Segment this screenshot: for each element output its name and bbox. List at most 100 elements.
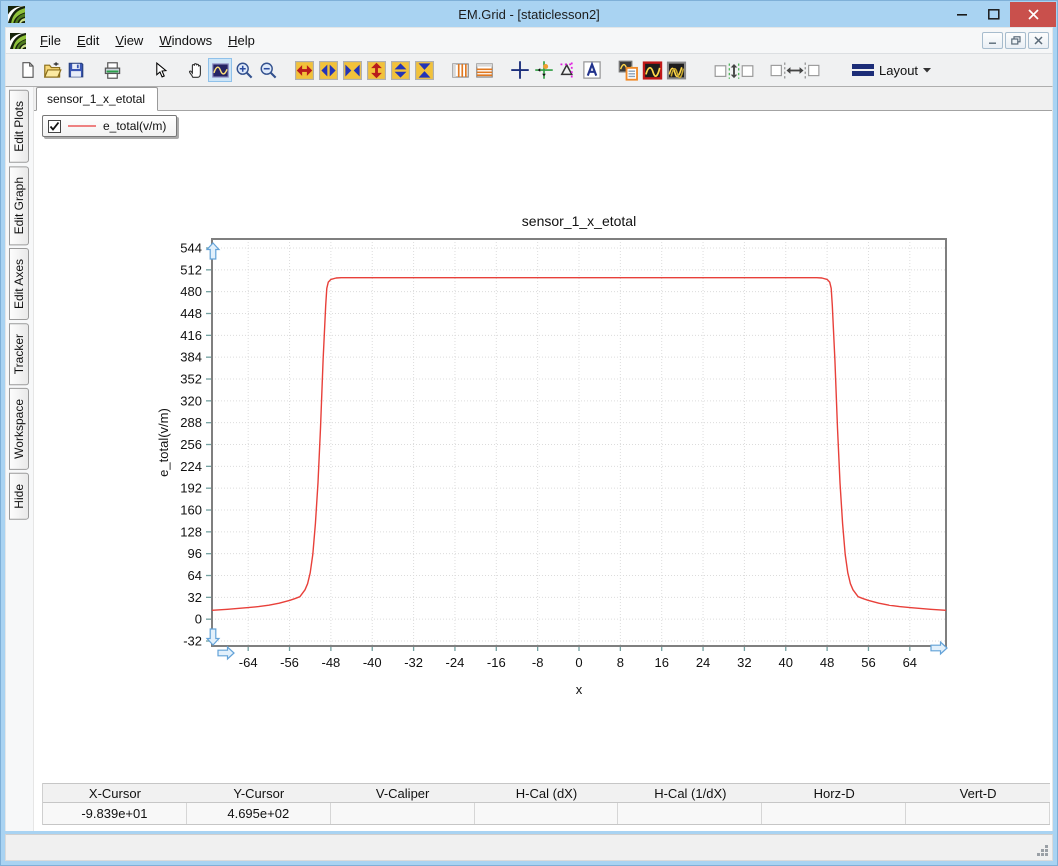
y-tick-label: 448 xyxy=(180,306,202,321)
multi-plot-button[interactable] xyxy=(664,58,688,82)
sidebar-tab-hide[interactable]: Hide xyxy=(9,473,29,520)
mdi-window-controls xyxy=(982,32,1049,49)
resize-grip[interactable] xyxy=(1037,845,1049,857)
expand-horizontal-button[interactable] xyxy=(292,58,316,82)
select-pointer-button[interactable] xyxy=(148,58,172,82)
save-button[interactable] xyxy=(64,58,88,82)
layout-label: Layout xyxy=(879,62,919,78)
x-tick-label: -40 xyxy=(363,655,382,670)
shrink-vertical-button[interactable] xyxy=(412,58,436,82)
shrink-horizontal-button[interactable] xyxy=(340,58,364,82)
menu-item-edit[interactable]: Edit xyxy=(69,29,107,52)
x-tick-label: -32 xyxy=(404,655,423,670)
x-tick-label: 16 xyxy=(654,655,668,670)
zoom-in-button[interactable] xyxy=(232,58,256,82)
legend-series-label: e_total(v/m) xyxy=(103,119,167,133)
app-body: Edit Plots Edit Graph Edit Axes Tracker Work… xyxy=(5,87,1053,831)
menu-item-windows[interactable]: Windows xyxy=(151,29,220,52)
y-tick-label: 32 xyxy=(188,590,202,605)
pan-right-arrow[interactable] xyxy=(930,640,948,656)
sidebar-tab-edit-graph[interactable]: Edit Graph xyxy=(9,165,29,246)
series-visibility-checkbox[interactable] xyxy=(48,119,61,133)
sidebar-tab-edit-axes[interactable]: Edit Axes xyxy=(9,248,29,321)
fit-to-view-button[interactable] xyxy=(208,58,232,82)
pan-down-arrow[interactable] xyxy=(205,628,221,646)
y-axis-label: e_total(v/m) xyxy=(156,408,171,477)
match-height-button[interactable] xyxy=(712,58,756,82)
y-tick-label: 416 xyxy=(180,328,202,343)
checkmark-icon xyxy=(49,121,60,131)
y-tick-label: 544 xyxy=(180,241,202,256)
y-tick-label: 128 xyxy=(180,524,202,539)
status-column-header: X-Cursor xyxy=(88,786,141,801)
spread-horizontal-button[interactable] xyxy=(316,58,340,82)
maximize-button[interactable] xyxy=(978,1,1010,27)
menu-item-file[interactable]: File xyxy=(32,29,69,52)
window-title: EM.Grid - [staticlesson2] xyxy=(458,6,600,22)
plot-canvas[interactable]: sensor_1_x_etotal -64 -56 -48 -40 -32 -24 -16 -8… xyxy=(34,111,1052,783)
cursor-status-table: X-Cursor Y-Cursor V-Caliper H-Cal (dX) H-Cal… xyxy=(42,783,1050,825)
print-button[interactable] xyxy=(100,58,124,82)
x-tick-label: -48 xyxy=(321,655,340,670)
spread-vertical-button[interactable] xyxy=(388,58,412,82)
y-tick-label: 224 xyxy=(180,459,202,474)
status-value-cell: -9.839e+01 xyxy=(43,803,187,824)
new-file-button[interactable] xyxy=(16,58,40,82)
mdi-minimize-button[interactable] xyxy=(982,32,1003,49)
x-tick-label: 24 xyxy=(696,655,710,670)
menu-item-view[interactable]: View xyxy=(107,29,151,52)
document-icon xyxy=(10,32,26,49)
x-axis-label: x xyxy=(576,682,583,697)
y-tick-label: 352 xyxy=(180,372,202,387)
sidebar-tab-workspace[interactable]: Workspace xyxy=(9,388,29,471)
layout-dropdown[interactable]: Layout xyxy=(846,61,937,80)
pan-hand-button[interactable] xyxy=(184,58,208,82)
y-tick-label: 384 xyxy=(180,350,202,365)
caliper-button[interactable] xyxy=(556,58,580,82)
x-tick-label: -24 xyxy=(446,655,465,670)
y-tick-label: 512 xyxy=(180,262,202,277)
legend-box[interactable]: e_total(v/m) xyxy=(42,115,178,137)
y-tick-label: 192 xyxy=(180,481,202,496)
status-column-header: V-Caliper xyxy=(375,786,430,801)
close-button[interactable] xyxy=(1010,2,1056,27)
y-tick-label: 288 xyxy=(180,415,202,430)
text-annotation-button[interactable] xyxy=(580,58,604,82)
window-controls xyxy=(946,1,1057,27)
x-tick-label: 40 xyxy=(779,655,793,670)
status-value-cell xyxy=(618,803,763,824)
sidebar-tab-edit-plots[interactable]: Edit Plots xyxy=(9,90,29,163)
document-tab[interactable]: sensor_1_x_etotal xyxy=(36,87,159,111)
horizontal-grid-button[interactable] xyxy=(472,58,496,82)
y-tick-label: 0 xyxy=(195,612,202,627)
sidebar: Edit Plots Edit Graph Edit Axes Tracker Work… xyxy=(6,87,34,831)
x-tick-label: -56 xyxy=(280,655,299,670)
x-tick-label: 32 xyxy=(737,655,751,670)
mdi-restore-button[interactable] xyxy=(1005,32,1026,49)
y-tick-label: 96 xyxy=(188,546,202,561)
zoom-out-button[interactable] xyxy=(256,58,280,82)
crosshair-button[interactable] xyxy=(508,58,532,82)
chevron-down-icon xyxy=(923,68,932,73)
pan-right-arrow[interactable] xyxy=(217,645,235,661)
minimize-button[interactable] xyxy=(946,1,978,27)
mdi-close-button[interactable] xyxy=(1028,32,1049,49)
tracker-button[interactable] xyxy=(532,58,556,82)
vertical-grid-button[interactable] xyxy=(448,58,472,82)
pan-up-arrow[interactable] xyxy=(205,242,221,260)
expand-vertical-button[interactable] xyxy=(364,58,388,82)
legend-report-button[interactable] xyxy=(616,58,640,82)
app-window: EM.Grid - [staticlesson2] File Edit View Wi… xyxy=(0,0,1058,866)
x-tick-label: 48 xyxy=(820,655,834,670)
chart-canvas[interactable]: sensor_1_x_etotal -64 -56 -48 -40 -32 -24 -16 -8… xyxy=(34,111,1052,783)
sidebar-tab-tracker[interactable]: Tracker xyxy=(9,323,29,386)
status-strip xyxy=(5,834,1053,861)
title-bar: EM.Grid - [staticlesson2] xyxy=(1,1,1057,27)
menu-item-help[interactable]: Help xyxy=(220,29,263,52)
status-table-header: X-Cursor Y-Cursor V-Caliper H-Cal (dX) H-Cal… xyxy=(43,783,1050,803)
plot-properties-button[interactable] xyxy=(640,58,664,82)
match-width-button[interactable] xyxy=(768,58,822,82)
open-file-button[interactable] xyxy=(40,58,64,82)
content-panel: sensor_1_x_etotal sensor_1_x_etotal -64 -5… xyxy=(34,87,1052,831)
y-tick-label: 480 xyxy=(180,284,202,299)
